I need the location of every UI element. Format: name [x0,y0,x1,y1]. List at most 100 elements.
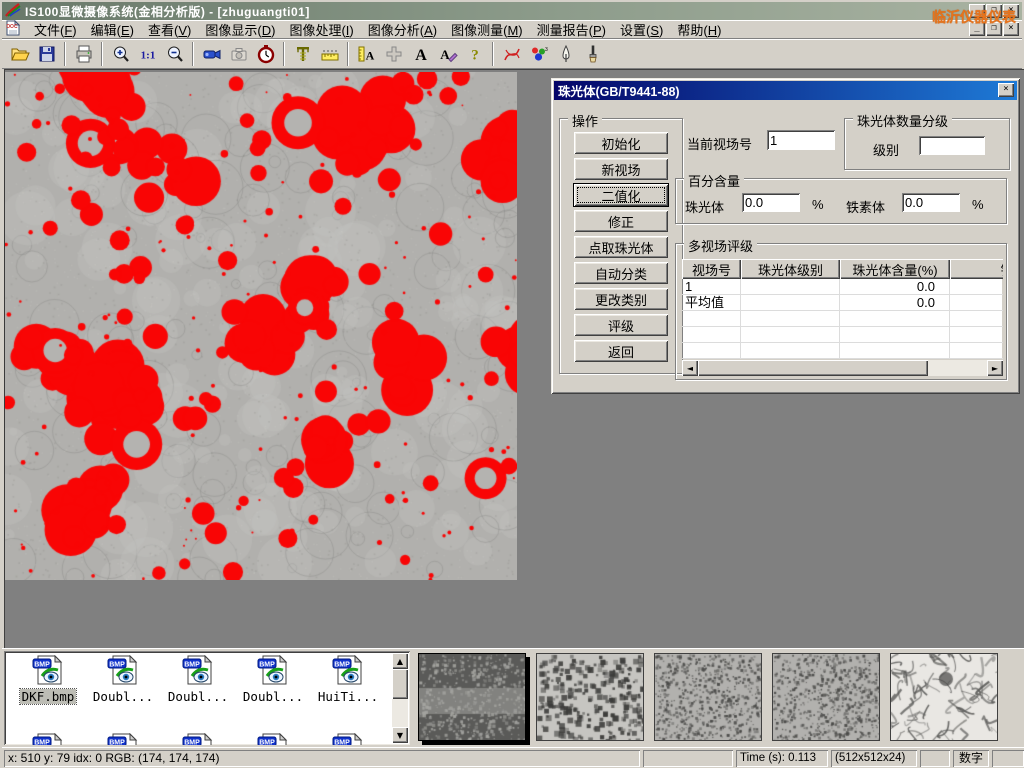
camera-icon [229,44,249,64]
window-close-button[interactable]: × [1003,4,1019,18]
pearlite-percent-input[interactable] [742,193,800,212]
dialog-close-button[interactable]: × [998,83,1014,97]
zoom-in-button[interactable] [107,41,134,67]
file-scrollbar-thumb[interactable] [392,669,408,699]
menu-item-0[interactable]: 文件(F) [27,21,84,40]
op-button-修正[interactable]: 修正 [573,209,669,233]
window-restore-button[interactable]: ❐ [986,4,1002,18]
menu-item-2[interactable]: 查看(V) [141,21,198,40]
thumbnail-5[interactable] [890,653,998,741]
text-style-icon: A [438,44,458,64]
mdi-close-button[interactable]: × [1003,22,1019,36]
operation-group-label: 操作 [568,111,602,130]
svg-text:A: A [365,48,374,62]
table-horizontal-scrollbar[interactable]: ◄ ► [682,360,1003,376]
file-item-partial-2[interactable]: BMP [162,733,234,745]
scrollbar-thumb[interactable] [698,360,928,376]
curve-button[interactable] [498,41,525,67]
camcorder-button[interactable] [198,41,225,67]
caliper-icon [293,44,313,64]
op-button-更改类别[interactable]: 更改类别 [573,287,669,311]
scroll-up-icon[interactable]: ▲ [392,653,408,669]
op-button-新视场[interactable]: 新视场 [573,157,669,181]
file-item-partial-1[interactable]: BMP [87,733,159,745]
menu-item-5[interactable]: 图像分析(A) [361,21,444,40]
classify-balls-button[interactable]: 3 [525,41,552,67]
measure-button[interactable]: A [353,41,380,67]
op-button-自动分类[interactable]: 自动分类 [573,261,669,285]
op-button-初始化[interactable]: 初始化 [573,131,669,155]
table-row-0[interactable]: 10.0 [682,279,1003,295]
thumbnail-3[interactable] [654,653,762,741]
mdi-restore-button[interactable]: ❐ [986,22,1002,36]
menu-item-8[interactable]: 设置(S) [613,21,670,40]
bmp-file-icon: BMP [181,674,215,688]
table-row-3[interactable] [682,327,1003,343]
menu-bar: DOC 文件(F)编辑(E)查看(V)图像显示(D)图像处理(I)图像分析(A)… [2,20,1022,39]
file-item-partial-0[interactable]: BMP [12,733,84,745]
metallograph-image-canvas[interactable] [4,72,517,580]
file-item-Doubl...[interactable]: BMPDoubl... [237,655,309,704]
table-column-0[interactable]: 视场号 [682,259,741,279]
camera-button[interactable] [225,41,252,67]
menu-item-3[interactable]: 图像显示(D) [198,21,282,40]
scroll-left-icon[interactable]: ◄ [682,360,698,376]
pen-button[interactable] [552,41,579,67]
menu-item-1[interactable]: 编辑(E) [84,21,141,40]
document-icon[interactable]: DOC [5,20,21,39]
table-column-3[interactable]: 铁素体 [950,259,1003,279]
file-item-Doubl...[interactable]: BMPDoubl... [162,655,234,704]
menu-item-4[interactable]: 图像处理(I) [282,21,360,40]
table-column-1[interactable]: 珠光体级别 [741,259,840,279]
file-item-partial-4[interactable]: BMP [312,733,384,745]
file-list-scrollbar[interactable]: ▲ ▼ [392,653,408,743]
ferrite-percent-input[interactable] [902,193,960,212]
menu-item-9[interactable]: 帮助(H) [670,21,728,40]
grade-input[interactable] [919,136,985,155]
file-name: Doubl... [241,689,305,704]
mdi-minimize-button[interactable]: _ [969,22,985,36]
zoom-out-button[interactable] [161,41,188,67]
thumbnail-4[interactable] [772,653,880,741]
thumbnail-image-4 [773,654,879,740]
text-button[interactable]: A [407,41,434,67]
op-button-二值化[interactable]: 二值化 [573,183,669,207]
open-button[interactable] [6,41,33,67]
ruler-button[interactable] [316,41,343,67]
bmp-file-icon: BMP [256,674,290,688]
op-button-返回[interactable]: 返回 [573,339,669,363]
table-column-2[interactable]: 珠光体含量(%) [840,259,950,279]
caliper-button[interactable] [289,41,316,67]
current-view-input[interactable] [767,130,835,150]
actual-size-button[interactable]: 1:1 [134,41,161,67]
file-item-HuiTi...[interactable]: BMPHuiTi... [312,655,384,704]
print-button[interactable] [70,41,97,67]
scroll-right-icon[interactable]: ► [987,360,1003,376]
table-row-4[interactable] [682,343,1003,359]
menu-item-7[interactable]: 测量报告(P) [530,21,613,40]
help-button[interactable]: ? [461,41,488,67]
scroll-down-icon[interactable]: ▼ [392,727,408,743]
table-row-1[interactable]: 平均值0.0 [682,295,1003,311]
toolbar-separator [347,42,349,66]
menu-item-6[interactable]: 图像测量(M) [444,21,530,40]
window-title: IS100显微摄像系统(金相分析版) - [zhuguangti01] [25,3,310,20]
brush-button[interactable] [579,41,606,67]
thumbnail-image-3 [655,654,761,740]
pan-button[interactable] [380,41,407,67]
file-item-Doubl...[interactable]: BMPDoubl... [87,655,159,704]
op-button-评级[interactable]: 评级 [573,313,669,337]
file-item-partial-3[interactable]: BMP [237,733,309,745]
op-button-点取珠光体[interactable]: 点取珠光体 [573,235,669,259]
thumbnail-1[interactable] [418,653,526,741]
text-style-button[interactable]: A [434,41,461,67]
timer-button[interactable] [252,41,279,67]
status-blank-2 [920,750,950,767]
table-cell [950,311,1003,326]
window-minimize-button[interactable]: _ [969,4,985,18]
table-row-2[interactable] [682,311,1003,327]
file-item-DKF.bmp[interactable]: BMPDKF.bmp [12,655,84,704]
current-view-label: 当前视场号 [687,134,752,153]
save-button[interactable] [33,41,60,67]
thumbnail-2[interactable] [536,653,644,741]
